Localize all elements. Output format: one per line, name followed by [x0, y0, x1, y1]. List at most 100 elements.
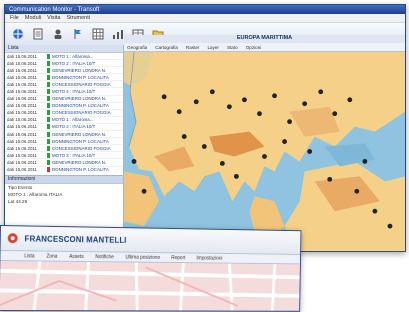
street-map-canvas[interactable]: [0, 261, 300, 311]
menu-strumenti[interactable]: Strumenti: [66, 15, 90, 21]
map-marker: [193, 99, 199, 105]
window2-tab[interactable]: Impostazioni: [196, 255, 222, 261]
window2-tab[interactable]: Lista: [24, 253, 34, 259]
chart-button[interactable]: [111, 27, 125, 41]
status-swatch: [47, 103, 50, 109]
title-bar: Communication Monitor - Transoft: [5, 5, 405, 14]
event-time: dati 15.06.2011: [7, 145, 37, 151]
event-row[interactable]: dati 15.06.2011 DONNINGTON P. LOCALITA: [5, 138, 123, 146]
app-logo-icon: [7, 233, 18, 244]
event-row[interactable]: dati 15.06.2011 MOTO 3 : ITALIA 10/T: [5, 152, 123, 160]
map-tab[interactable]: Opzioni: [246, 45, 262, 50]
window2-tab[interactable]: Assets: [69, 253, 84, 259]
detail-line: MOTO 1 : Alfaroma ITALIA: [8, 192, 63, 197]
menu-moduli[interactable]: Moduli: [25, 15, 41, 21]
person-button[interactable]: [51, 27, 65, 41]
event-row[interactable]: dati 15.06.2011 CONCESSIONARIO FOGGIA: [5, 110, 123, 117]
event-label: GENEVRIERO LONDRA N.: [52, 67, 107, 73]
status-swatch: [47, 167, 50, 173]
event-row[interactable]: dati 15.06.2011 DONNINGTON P. LOCALITA: [5, 167, 123, 173]
list-header: Lista: [5, 45, 123, 53]
event-label: GENEVRIERO LONDRA N.: [52, 131, 107, 137]
map-tab[interactable]: Cartografia: [155, 45, 178, 50]
map-marker: [201, 144, 207, 149]
event-row[interactable]: dati 15.06.2011 MOTO 1 : Alfaroma...: [5, 117, 123, 124]
event-time: dati 15.06.2011: [7, 60, 37, 66]
window2-tab[interactable]: Notifiche: [95, 254, 114, 260]
grid-button[interactable]: [91, 27, 105, 41]
event-time: dati 15.06.2011: [7, 89, 37, 95]
event-label: DONNINGTON P. LOCALITA: [52, 167, 109, 173]
event-time: dati 15.06.2011: [7, 117, 37, 123]
status-swatch: [47, 131, 50, 137]
window-title: Communication Monitor - Transoft: [9, 6, 100, 13]
event-time: dati 15.06.2011: [7, 74, 37, 80]
map-title: EUROPA MARITTIMA: [124, 35, 405, 43]
map-marker: [287, 119, 292, 125]
event-row[interactable]: dati 15.06.2011 GENEVRIERO LONDRA N.: [5, 131, 123, 139]
globe-button[interactable]: [11, 27, 25, 41]
menu-visita[interactable]: Visita: [47, 15, 60, 21]
map-canvas[interactable]: [124, 51, 405, 251]
map-tab[interactable]: Raster: [186, 45, 200, 50]
main-window: Communication Monitor - Transoft File Mo…: [4, 4, 406, 252]
event-time: dati 15.06.2011: [7, 110, 37, 116]
event-row[interactable]: dati 15.06.2011 DONNINGTON P. LOCALITA: [5, 74, 123, 82]
event-row[interactable]: dati 15.06.2011 MOTO 4 : ITALIA 10/T: [5, 88, 123, 96]
status-swatch: [47, 145, 50, 151]
globe-icon: [13, 29, 23, 39]
secondary-window: FRANCESCONI MANTELLI Lista Zona Assets N…: [0, 225, 302, 312]
event-time: dati 15.06.2011: [7, 53, 37, 59]
flag-icon: [74, 29, 81, 39]
street-map[interactable]: [0, 261, 300, 311]
map-tab[interactable]: Layer: [207, 45, 219, 50]
map-marker: [262, 154, 267, 159]
event-time: dati 15.06.2011: [7, 96, 37, 102]
europe-map[interactable]: [124, 51, 405, 251]
event-row[interactable]: dati 15.06.2011 DONNINGTON P. LOCALITA: [5, 103, 123, 110]
event-time: dati 15.06.2011: [7, 159, 37, 165]
event-time: dati 15.06.2011: [7, 103, 37, 109]
status-swatch: [47, 60, 50, 66]
event-row[interactable]: dati 15.06.2011 GENEVRIERO LONDRA N.: [5, 159, 123, 167]
status-swatch: [47, 81, 50, 87]
status-swatch: [47, 96, 50, 102]
event-label: MOTO 2 : ITALIA 10/T: [52, 124, 96, 130]
detail-header: Informazioni: [5, 176, 123, 184]
menu-file[interactable]: File: [10, 15, 19, 21]
flag-button[interactable]: [71, 27, 85, 41]
event-row[interactable]: dati 15.06.2011 MOTO 1 : Alfaroma...: [5, 53, 123, 61]
map-marker: [347, 97, 353, 103]
window2-title: FRANCESCONI MANTELLI: [24, 233, 127, 245]
map-tab[interactable]: Geografia: [127, 45, 147, 50]
event-time: dati 15.06.2011: [7, 81, 37, 87]
title-bar-2: FRANCESCONI MANTELLI: [0, 226, 301, 255]
event-time: dati 15.06.2011: [7, 124, 37, 130]
window2-tab[interactable]: Report: [171, 255, 185, 261]
event-row[interactable]: dati 15.06.2011 MOTO 2 : ITALIA 10/T: [5, 124, 123, 132]
map-marker: [219, 161, 225, 166]
map-marker: [362, 159, 368, 164]
event-row[interactable]: dati 15.06.2011 CONCESSIONARIO FOGGIA: [5, 81, 123, 89]
window2-tab[interactable]: Ultima posizione: [125, 254, 160, 260]
status-swatch: [47, 138, 50, 144]
event-row[interactable]: dati 15.06.2011 CONCESSIONARIO FOGGIA: [5, 145, 123, 153]
event-list: dati 15.06.2011 MOTO 1 : Alfaroma... dati …: [5, 53, 123, 173]
event-label: MOTO 1 : Alfaroma...: [52, 53, 94, 59]
map-marker: [226, 104, 232, 110]
document-button[interactable]: [31, 27, 45, 41]
event-time: dati 15.06.2011: [7, 138, 37, 144]
event-row[interactable]: dati 15.06.2011 MOTO 2 : ITALIA 10/T: [5, 60, 123, 68]
event-label: CONCESSIONARIO FOGGIA: [52, 110, 111, 116]
map-marker: [131, 159, 137, 164]
event-label: MOTO 3 : ITALIA 10/T: [52, 152, 96, 158]
status-swatch: [47, 152, 50, 158]
map-tab[interactable]: Stato: [227, 45, 238, 50]
map-marker: [307, 149, 313, 154]
event-row[interactable]: dati 15.06.2011 GENEVRIERO LONDRA N.: [5, 96, 123, 103]
event-label: MOTO 1 : Alfaroma...: [52, 117, 94, 123]
window2-tab[interactable]: Zona: [46, 253, 57, 259]
map-marker: [176, 109, 182, 115]
event-row[interactable]: dati 15.06.2011 GENEVRIERO LONDRA N.: [5, 67, 123, 75]
map-marker: [272, 93, 277, 99]
